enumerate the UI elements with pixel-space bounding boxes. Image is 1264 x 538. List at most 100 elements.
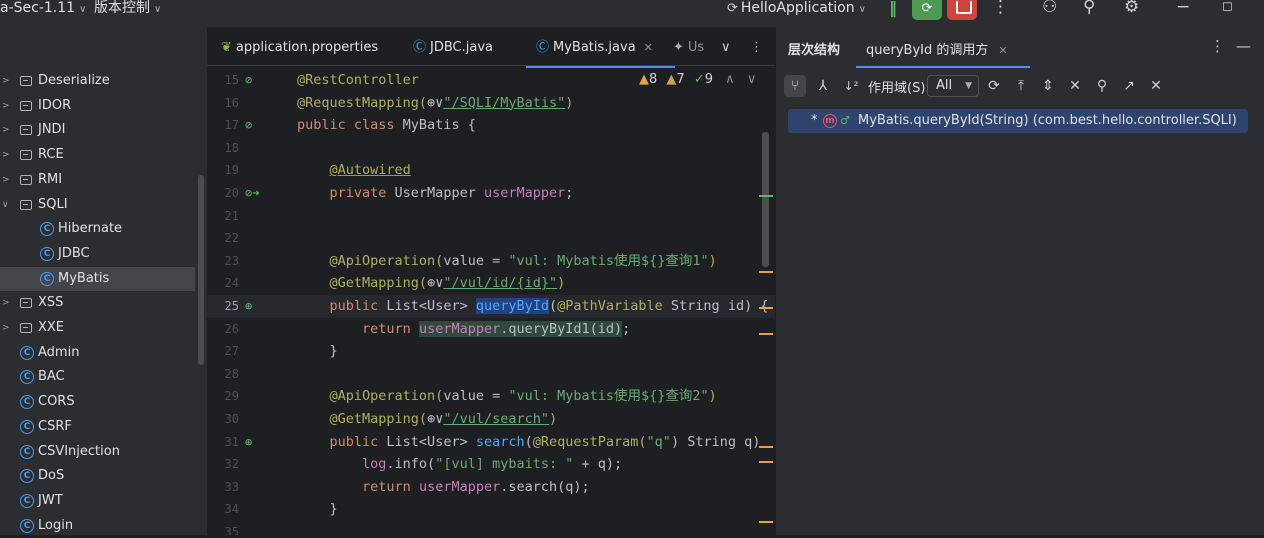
line-number: 17 <box>224 118 239 133</box>
debug-button[interactable]: ⟳ <box>912 0 942 20</box>
collapse-icon[interactable]: ✕ <box>1064 75 1086 97</box>
chevron-right-icon[interactable]: > <box>2 316 10 340</box>
code-line[interactable]: 27 } <box>207 340 775 363</box>
endpoint-icon[interactable]: ⊕ <box>245 435 252 449</box>
code-line[interactable]: 24 @GetMapping(⊕∨"/vul/id/{id}") <box>207 272 775 295</box>
scope-select[interactable]: All ▼ <box>927 75 979 97</box>
tab-application-properties[interactable]: ❦ application.properties <box>221 39 378 57</box>
tree-item[interactable]: > JNDI <box>0 118 195 142</box>
tree-item[interactable]: > Deserialize <box>0 69 195 93</box>
tree-item[interactable]: C CSVInjection <box>0 440 195 464</box>
code-line[interactable]: 26 return userMapper.queryById1(id); <box>207 318 775 341</box>
minimize-icon[interactable]: − <box>1176 0 1190 16</box>
code-text: @ApiOperation(value = "vul: Mybatis使用${}… <box>297 385 717 408</box>
minimize-icon[interactable]: — <box>1236 37 1251 55</box>
sort-alpha-icon[interactable]: ↓² <box>840 75 862 97</box>
chevron-right-icon[interactable]: > <box>2 118 10 142</box>
search-icon[interactable]: ⚲ <box>1083 0 1095 16</box>
code-line[interactable]: 34 } <box>207 498 775 521</box>
stop-button[interactable] <box>947 0 977 20</box>
tree-item[interactable]: > IDOR <box>0 94 195 118</box>
endpoint-icon[interactable]: ⊕ <box>245 299 252 313</box>
chevron-right-icon[interactable]: > <box>2 69 10 93</box>
add-user-icon[interactable]: ⚇ <box>1042 0 1057 16</box>
code-token: ) <box>557 275 566 292</box>
bean-autowire-icon[interactable]: ⊘➜ <box>245 186 259 200</box>
refresh-icon[interactable]: ⟳ <box>983 75 1005 97</box>
chevron-right-icon[interactable]: > <box>2 143 10 167</box>
code-line[interactable]: 17 ⊘ public class MyBatis { <box>207 114 775 137</box>
globe-icon[interactable]: ⊕∨ <box>427 95 443 111</box>
globe-icon[interactable]: ⊕∨ <box>427 275 443 291</box>
code-line[interactable]: 31 ⊕ public List<User> search(@RequestPar… <box>207 431 775 454</box>
tab-jdbc-java[interactable]: Ⓒ JDBC.java <box>413 39 493 57</box>
tree-item[interactable]: C MyBatis <box>0 266 195 291</box>
tree-item[interactable]: C Login <box>0 514 195 538</box>
tree-item[interactable]: C CORS <box>0 390 195 414</box>
code-line[interactable]: 29 @ApiOperation(value = "vul: Mybatis使用… <box>207 385 775 408</box>
close-icon[interactable]: ✕ <box>1145 75 1167 97</box>
tabs-more[interactable]: ⋮ <box>750 39 763 57</box>
code-line[interactable]: 35 <box>207 521 775 535</box>
callee-hierarchy-icon[interactable]: ⅄ <box>812 75 834 97</box>
tree-item[interactable]: C Admin <box>0 341 195 365</box>
code-line[interactable]: 25 ⊕ public List<User> queryById(@PathVar… <box>207 295 775 318</box>
tab-mybatis-java[interactable]: Ⓒ MyBatis.java ✕ <box>526 39 675 68</box>
close-icon[interactable]: ✕ <box>998 44 1007 57</box>
chevron-down-icon[interactable]: ∨ <box>2 193 9 217</box>
code-line[interactable]: 30 @GetMapping(⊕∨"/vul/search") <box>207 408 775 431</box>
code-line[interactable]: 22 <box>207 227 775 250</box>
caller-hierarchy-icon[interactable]: ⑂ <box>784 75 806 97</box>
pause-button[interactable]: ‖ <box>884 0 902 20</box>
pin-icon[interactable]: ⚲ <box>1091 75 1113 97</box>
close-icon[interactable]: ✕ <box>644 41 653 54</box>
code-token: queryById <box>475 298 549 314</box>
code-line[interactable]: 16 @RequestMapping(⊕∨"/SQLI/MyBatis") <box>207 92 775 115</box>
tree-item[interactable]: C JWT <box>0 489 195 513</box>
tab-callers[interactable]: queryById 的调用方 ✕ <box>856 39 1030 68</box>
expand-all-icon[interactable]: ⤒ <box>1010 75 1032 97</box>
chevron-right-icon[interactable]: > <box>2 291 10 315</box>
tree-item-label: Deserialize <box>38 73 110 88</box>
chevron-right-icon[interactable]: > <box>2 94 10 118</box>
project-menu[interactable]: a-Sec-1.11 ∨ <box>0 0 86 18</box>
code-line[interactable]: 23 @ApiOperation(value = "vul: Mybatis使用… <box>207 250 775 273</box>
run-config-selector[interactable]: ⟳ HelloApplication ∨ <box>727 0 866 18</box>
code-line[interactable]: 19 @Autowired <box>207 159 775 182</box>
code-line[interactable]: 15 ⊘ @RestController <box>207 69 775 92</box>
warning-marker <box>759 333 773 335</box>
expand-icon[interactable]: ⇕ <box>1037 75 1059 97</box>
tab-usermapper[interactable]: ✦ Us <box>673 39 704 57</box>
code-line[interactable]: 32 log.info("[vul] mybaits: " + q); <box>207 453 775 476</box>
tree-item[interactable]: C JDBC <box>0 242 195 266</box>
globe-icon[interactable]: ⊕∨ <box>427 411 443 427</box>
code-token: @ApiOperation( <box>329 388 444 405</box>
tree-item[interactable]: > RCE <box>0 143 195 167</box>
tree-item[interactable]: > XSS <box>0 291 195 315</box>
chevron-right-icon[interactable]: > <box>2 168 10 192</box>
tree-item[interactable]: C CSRF <box>0 415 195 439</box>
tree-item[interactable]: ∨ SQLI <box>0 193 195 217</box>
bean-icon[interactable]: ⊘ <box>245 118 252 132</box>
tree-item[interactable]: > XXE <box>0 316 195 340</box>
maximize-icon[interactable]: ◻ <box>1222 0 1233 15</box>
code-line[interactable]: 18 <box>207 137 775 160</box>
bean-icon[interactable]: ⊘ <box>245 73 252 87</box>
editor-scrollbar[interactable] <box>762 132 769 267</box>
code-line[interactable]: 21 <box>207 205 775 228</box>
tree-item[interactable]: C BAC <box>0 365 195 389</box>
tree-item[interactable]: C DoS <box>0 464 195 488</box>
tree-item[interactable]: > RMI <box>0 168 195 192</box>
tree-item[interactable]: C Hibernate <box>0 217 195 241</box>
tabs-dropdown[interactable]: ∨ <box>721 39 731 57</box>
project-tree-scrollbar[interactable] <box>198 175 204 365</box>
vcs-menu[interactable]: 版本控制 ∨ <box>94 0 161 18</box>
code-line[interactable]: 28 <box>207 363 775 386</box>
hierarchy-result-row[interactable]: * m ♂ MyBatis.queryById(String) (com.bes… <box>788 109 1248 133</box>
export-icon[interactable]: ↗ <box>1118 75 1140 97</box>
more-icon[interactable]: ⋮ <box>1210 37 1225 55</box>
more-icon[interactable]: ⋮ <box>992 0 1009 16</box>
settings-icon[interactable]: ⚙ <box>1124 0 1139 16</box>
code-line[interactable]: 33 return userMapper.search(q); <box>207 476 775 499</box>
code-line[interactable]: 20 ⊘➜ private UserMapper userMapper; <box>207 182 775 205</box>
